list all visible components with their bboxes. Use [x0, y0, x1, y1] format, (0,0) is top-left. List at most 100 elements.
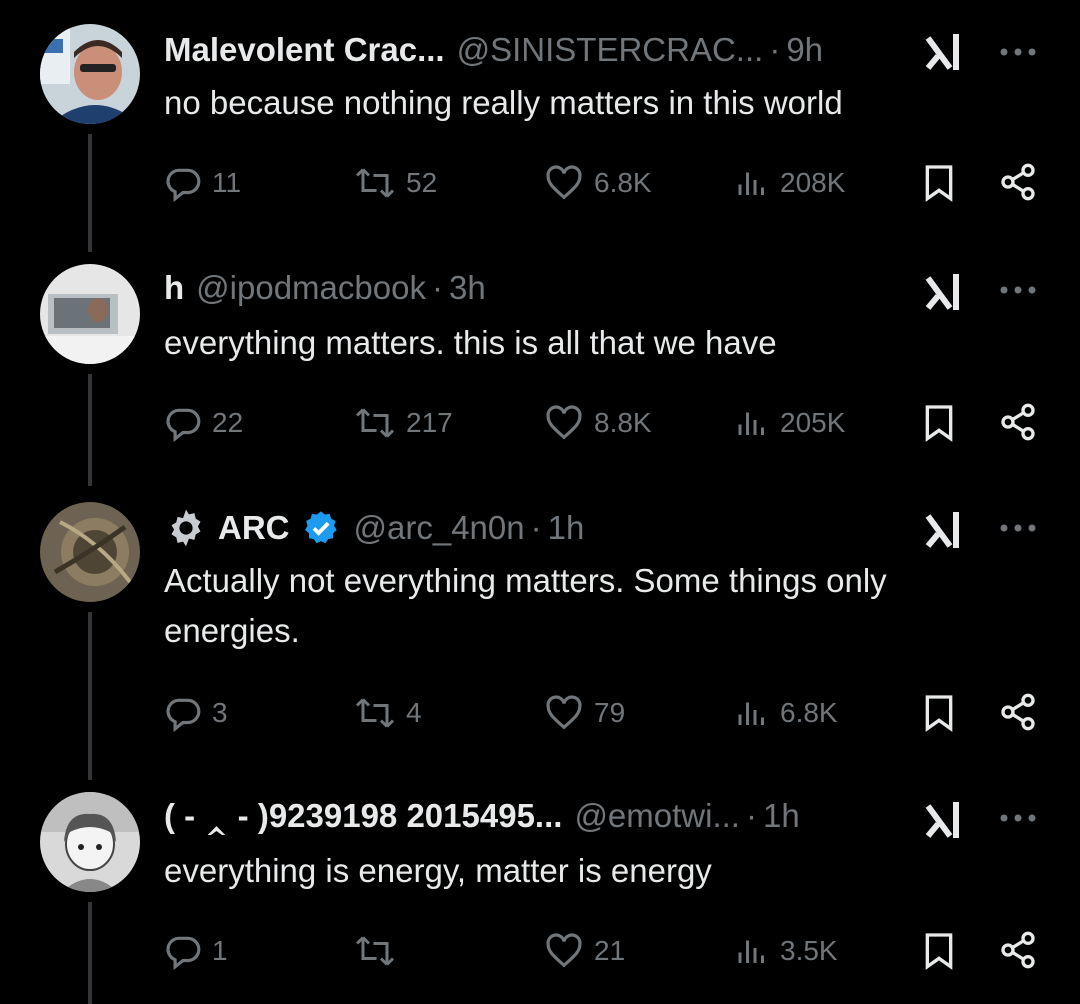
like-button[interactable]: 79: [544, 688, 625, 738]
reply-button[interactable]: 3: [164, 688, 228, 738]
like-count: 8.8K: [594, 407, 652, 438]
tweet-text: everything is energy, matter is energy: [164, 852, 712, 889]
repost-button[interactable]: 217: [354, 398, 453, 448]
like-button[interactable]: 21: [544, 926, 625, 976]
bookmark-icon[interactable]: [919, 691, 959, 738]
author-handle[interactable]: @SINISTERCRAC...: [457, 30, 764, 70]
grok-icon[interactable]: [922, 268, 970, 316]
views-icon: [738, 940, 764, 963]
timestamp[interactable]: 3h: [449, 268, 486, 308]
reply-button[interactable]: 11: [164, 158, 241, 208]
more-options-icon[interactable]: [996, 506, 1040, 550]
heart-icon: [546, 405, 582, 440]
more-options-icon[interactable]: [996, 268, 1040, 312]
thread-line: [88, 374, 92, 486]
thread-line: [88, 612, 92, 780]
verified-badge-icon: [302, 509, 340, 547]
bookmark-icon[interactable]: [919, 401, 959, 448]
reply-count: 11: [212, 167, 242, 198]
timestamp[interactable]: 1h: [548, 508, 585, 548]
bookmark-icon[interactable]: [919, 929, 959, 976]
views-button[interactable]: 208K: [734, 158, 845, 208]
repost-icon: [355, 168, 395, 198]
reply-button[interactable]: 1: [164, 926, 228, 976]
action-bar: 3 4 79 6.8K: [164, 688, 1044, 738]
like-button[interactable]: 8.8K: [544, 398, 652, 448]
thread-line: [88, 902, 92, 1004]
tweet-header: ( - ‸ - )9239198 2015495... @emotwi... ·…: [164, 796, 930, 836]
repost-button[interactable]: 52: [354, 158, 437, 208]
like-count: 79: [594, 697, 626, 728]
avatar[interactable]: [40, 264, 140, 364]
grok-icon[interactable]: [922, 796, 970, 844]
separator-dot: ·: [769, 31, 781, 68]
like-button[interactable]: 6.8K: [544, 158, 652, 208]
view-count: 3.5K: [780, 935, 838, 966]
reply-icon: [166, 936, 201, 970]
author-handle[interactable]: @ipodmacbook: [196, 268, 426, 308]
tweet-text: no because nothing really matters in thi…: [164, 84, 843, 121]
tweet-header: ARC @arc_4n0n · 1h: [164, 506, 930, 550]
share-icon[interactable]: [998, 161, 1038, 208]
repost-count: 4: [406, 697, 422, 728]
repost-button[interactable]: [354, 926, 406, 976]
bookmark-icon[interactable]: [919, 161, 959, 208]
avatar[interactable]: [40, 502, 140, 602]
views-icon: [738, 412, 764, 435]
share-icon[interactable]: [998, 401, 1038, 448]
timestamp[interactable]: 1h: [763, 796, 800, 836]
author-handle[interactable]: @arc_4n0n: [354, 508, 525, 548]
repost-button[interactable]: 4: [354, 688, 422, 738]
grok-icon[interactable]: [922, 506, 970, 554]
views-icon: [738, 702, 764, 725]
repost-icon: [355, 936, 395, 966]
reply-count: 22: [212, 407, 244, 438]
action-bar: 1 21 3.5K: [164, 926, 1044, 976]
tweet-header: Malevolent Crac... @SINISTERCRAC... · 9h: [164, 30, 930, 70]
grok-icon[interactable]: [922, 28, 970, 76]
more-options-icon[interactable]: [996, 30, 1040, 74]
views-icon: [738, 172, 764, 195]
view-count: 6.8K: [780, 697, 838, 728]
tweet-header: h @ipodmacbook · 3h: [164, 268, 930, 308]
reply-icon: [166, 168, 201, 202]
tweet-text: everything matters. this is all that we …: [164, 324, 777, 361]
avatar[interactable]: [40, 24, 140, 124]
separator-dot: ·: [745, 797, 757, 834]
gear-icon: [164, 506, 208, 550]
reply-count: 1: [212, 935, 228, 966]
more-options-icon[interactable]: [996, 796, 1040, 840]
thread-line: [88, 134, 92, 252]
view-count: 205K: [780, 407, 846, 438]
reply-button[interactable]: 22: [164, 398, 243, 448]
repost-count: 52: [406, 167, 438, 198]
tweet-text: Actually not everything matters. Some th…: [164, 562, 887, 649]
share-icon[interactable]: [998, 691, 1038, 738]
heart-icon: [546, 933, 582, 968]
author-name[interactable]: ARC: [218, 508, 290, 548]
timestamp[interactable]: 9h: [786, 30, 823, 70]
views-button[interactable]: 3.5K: [734, 926, 838, 976]
like-count: 6.8K: [594, 167, 652, 198]
like-count: 21: [594, 935, 626, 966]
separator-dot: ·: [530, 509, 542, 546]
repost-icon: [355, 698, 395, 728]
author-name[interactable]: Malevolent Crac...: [164, 30, 445, 70]
views-button[interactable]: 6.8K: [734, 688, 838, 738]
repost-icon: [355, 408, 395, 438]
heart-icon: [546, 165, 582, 200]
avatar[interactable]: [40, 792, 140, 892]
heart-icon: [546, 695, 582, 730]
action-bar: 11 52 6.8K 208K: [164, 158, 1044, 208]
reply-count: 3: [212, 697, 228, 728]
reply-icon: [166, 408, 201, 442]
share-icon[interactable]: [998, 929, 1038, 976]
view-count: 208K: [780, 167, 846, 198]
author-handle[interactable]: @emotwi...: [574, 796, 740, 836]
views-button[interactable]: 205K: [734, 398, 845, 448]
author-name[interactable]: h: [164, 268, 184, 308]
separator-dot: ·: [431, 269, 443, 306]
reply-icon: [166, 698, 201, 732]
action-bar: 22 217 8.8K 205K: [164, 398, 1044, 448]
author-name[interactable]: ( - ‸ - )9239198 2015495...: [164, 796, 562, 836]
